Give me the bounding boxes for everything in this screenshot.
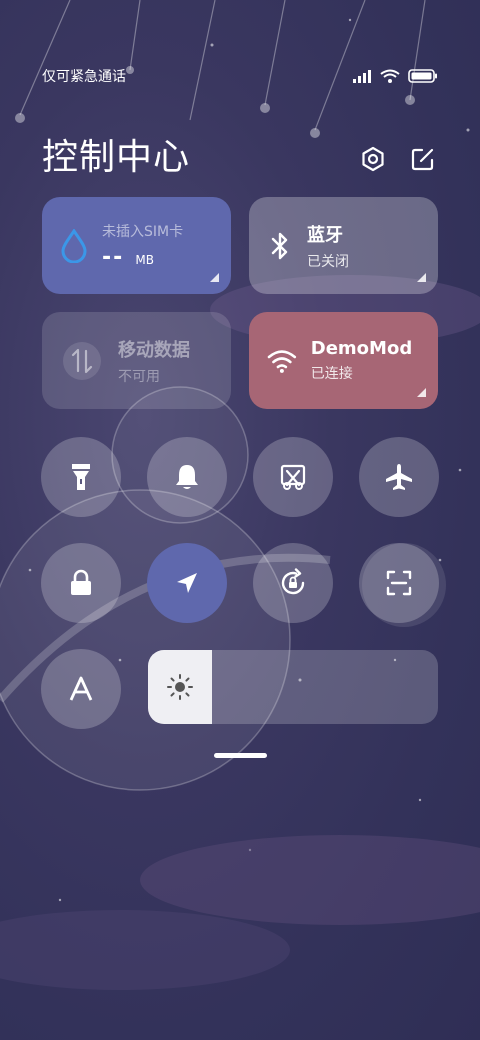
scan-icon: [386, 570, 412, 596]
wifi-icon: [267, 349, 297, 373]
settings-icon: [362, 146, 384, 172]
ring-toggle[interactable]: [147, 437, 227, 517]
bell-icon: [176, 465, 198, 489]
wifi-tile[interactable]: DemoMod 已连接: [249, 312, 438, 409]
sim-data-text: 未插入SIM卡 -- MB: [102, 221, 183, 270]
font-size-toggle[interactable]: [41, 649, 121, 729]
font-icon: [69, 676, 93, 701]
brightness-fill: [148, 650, 212, 724]
wifi-network-name: DemoMod: [310, 338, 413, 359]
carrier-label: 仅可紧急通话: [42, 69, 126, 85]
settings-button[interactable]: [358, 144, 388, 174]
wifi-text: DemoMod 已连接: [311, 338, 420, 383]
data-usage-readout: -- MB: [102, 245, 183, 270]
brightness-slider[interactable]: [148, 650, 438, 724]
expand-corner: [417, 273, 426, 282]
water-drop-icon: [61, 228, 87, 263]
bluetooth-status: 已关闭: [307, 253, 349, 270]
mobile-data-status: 不可用: [118, 368, 160, 385]
bluetooth-tile[interactable]: 蓝牙 已关闭: [249, 197, 438, 294]
bluetooth-icon: [271, 232, 288, 259]
battery-icon: [408, 69, 437, 83]
airplane-mode-toggle[interactable]: [359, 437, 439, 517]
mobile-data-tile: 移动数据 不可用: [42, 312, 231, 409]
status-icons: [352, 69, 438, 83]
mobile-data-label: 移动数据: [118, 339, 190, 361]
lock-icon: [71, 569, 91, 595]
flashlight-icon: [72, 464, 90, 490]
home-indicator[interactable]: [214, 753, 267, 758]
location-toggle[interactable]: [147, 543, 227, 623]
screenshot-icon: [280, 464, 306, 490]
header-actions: [358, 144, 438, 174]
edit-icon: [411, 148, 434, 171]
wifi-status: 已连接: [310, 366, 353, 382]
airplane-icon: [386, 464, 412, 490]
screenshot-toggle[interactable]: [253, 437, 333, 517]
wifi-icon: [380, 69, 400, 83]
mobile-data-text: 移动数据 不可用: [118, 336, 190, 386]
sun-icon: [167, 674, 193, 700]
rotation-lock-icon: [281, 568, 305, 595]
rotation-lock-toggle[interactable]: [253, 543, 333, 623]
expand-corner: [210, 273, 219, 282]
mobile-data-icon: [63, 341, 101, 380]
bluetooth-label: 蓝牙: [307, 224, 343, 246]
expand-corner: [417, 388, 426, 397]
bluetooth-text: 蓝牙 已关闭: [307, 221, 349, 271]
status-bar: 仅可紧急通话: [42, 64, 438, 88]
data-usage-value: --: [102, 245, 125, 270]
data-usage-unit: MB: [135, 253, 154, 267]
sim-status-label: 未插入SIM卡: [102, 224, 184, 240]
edit-button[interactable]: [408, 144, 438, 174]
sim-data-tile[interactable]: 未插入SIM卡 -- MB: [42, 197, 231, 294]
lock-screen-toggle[interactable]: [41, 543, 121, 623]
signal-icon: [353, 70, 371, 83]
page-title: 控制中心: [42, 137, 191, 178]
flashlight-toggle[interactable]: [41, 437, 121, 517]
scanner-toggle[interactable]: [359, 543, 439, 623]
location-icon: [177, 573, 197, 593]
